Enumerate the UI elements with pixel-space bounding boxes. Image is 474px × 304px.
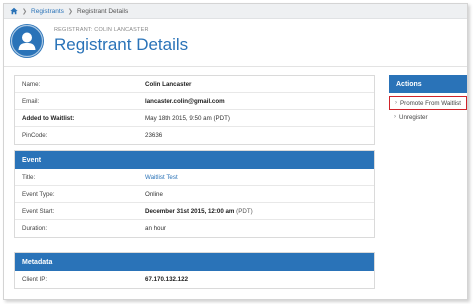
- actions-sidebar: Actions › Promote From Waitlist › Unregi…: [389, 75, 467, 124]
- event-title-link[interactable]: Waitlist Test: [145, 174, 178, 181]
- event-timezone: (PDT): [236, 207, 253, 215]
- metadata-panel-heading: Metadata: [15, 253, 374, 271]
- user-avatar-icon: [10, 24, 44, 58]
- actions-heading: Actions: [389, 75, 467, 93]
- breadcrumb-separator-icon: ❯: [67, 8, 73, 15]
- event-label: Event Type:: [22, 190, 55, 198]
- action-label: Promote From Waitlist: [400, 99, 461, 107]
- home-icon[interactable]: [10, 7, 18, 15]
- breadcrumb-separator-icon: ❯: [22, 8, 28, 15]
- event-row-title: Title: Waitlist Test: [15, 169, 374, 186]
- header-divider: [4, 66, 467, 67]
- page-header: REGISTRANT: COLIN LANCASTER Registrant D…: [10, 24, 188, 58]
- metadata-row-client-ip: Client IP: 67.170.132.122: [15, 271, 374, 288]
- info-value: Colin Lancaster: [145, 80, 192, 88]
- action-label: Unregister: [399, 113, 428, 121]
- promote-from-waitlist-action[interactable]: › Promote From Waitlist: [389, 96, 467, 110]
- info-value: lancaster.colin@gmail.com: [145, 97, 225, 105]
- metadata-panel: Metadata Client IP: 67.170.132.122: [14, 252, 375, 289]
- page-frame: ❯ Registrants ❯ Registrant Details REGIS…: [3, 3, 468, 300]
- event-panel-heading: Event: [15, 151, 374, 169]
- event-row-duration: Duration: an hour: [15, 220, 374, 237]
- chevron-right-icon: ›: [395, 100, 397, 106]
- breadcrumb-link-registrants[interactable]: Registrants: [31, 8, 64, 15]
- event-panel: Event Title: Waitlist Test Event Type: O…: [14, 150, 375, 238]
- info-row-pincode: PinCode: 23636: [15, 127, 374, 144]
- event-label: Event Start:: [22, 207, 55, 215]
- info-value: 23636: [145, 132, 163, 139]
- breadcrumb-current: Registrant Details: [76, 7, 129, 15]
- event-row-start: Event Start: December 31st 2015, 12:00 a…: [15, 203, 374, 220]
- metadata-label: Client IP:: [22, 276, 48, 283]
- info-row-name: Name: Colin Lancaster: [15, 76, 374, 93]
- info-label: Added to Waitlist:: [22, 114, 75, 122]
- event-row-type: Event Type: Online: [15, 186, 374, 203]
- chevron-right-icon: ›: [394, 114, 396, 120]
- info-value: May 18th 2015, 9:50 am (PDT): [145, 114, 230, 122]
- unregister-action[interactable]: › Unregister: [389, 110, 467, 124]
- event-value: an hour: [145, 225, 166, 232]
- registrant-info-panel: Name: Colin Lancaster Email: lancaster.c…: [14, 75, 375, 145]
- event-value: December 31st 2015, 12:00 am: [145, 207, 235, 215]
- metadata-value: 67.170.132.122: [145, 276, 189, 283]
- info-row-email: Email: lancaster.colin@gmail.com: [15, 93, 374, 110]
- page-title: Registrant Details: [54, 35, 189, 54]
- registrant-subtitle: REGISTRANT: COLIN LANCASTER: [54, 27, 149, 33]
- info-row-added-to-waitlist: Added to Waitlist: May 18th 2015, 9:50 a…: [15, 110, 374, 127]
- info-label: Email:: [22, 97, 40, 105]
- event-label: Duration:: [22, 225, 48, 232]
- event-value: Online: [145, 190, 163, 198]
- breadcrumb: ❯ Registrants ❯ Registrant Details: [4, 4, 467, 19]
- info-label: PinCode:: [22, 132, 48, 139]
- event-label: Title:: [22, 173, 36, 181]
- info-label: Name:: [22, 80, 41, 88]
